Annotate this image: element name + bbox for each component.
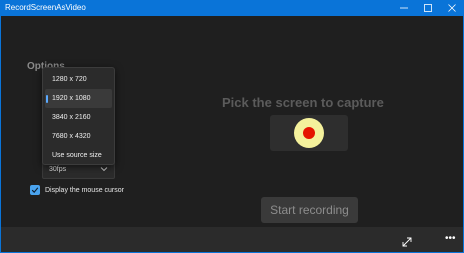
record-dot	[303, 127, 315, 139]
resolution-dropdown[interactable]: 1280 x 720 1920 x 1080 3840 x 2160 7680 …	[42, 67, 115, 165]
window-title: RecordScreenAsVideo	[5, 3, 86, 12]
minimize-button[interactable]	[392, 0, 416, 16]
checkmark-icon	[31, 187, 39, 194]
pick-screen-heading: Pick the screen to capture	[222, 95, 384, 110]
show-cursor-row[interactable]: Display the mouse cursor	[30, 185, 124, 195]
more-button[interactable]: •••	[445, 234, 456, 244]
resolution-option-selected[interactable]: 1920 x 1080	[45, 89, 112, 108]
resolution-option[interactable]: Use source size	[45, 146, 112, 165]
framerate-value: 30fps	[49, 166, 67, 173]
pick-screen-button[interactable]	[270, 115, 348, 151]
title-bar: RecordScreenAsVideo	[0, 0, 464, 16]
show-cursor-checkbox[interactable]	[30, 185, 40, 195]
selection-indicator	[46, 95, 48, 103]
maximize-icon	[424, 4, 432, 12]
show-cursor-label: Display the mouse cursor	[45, 186, 124, 194]
resolution-option[interactable]: 7680 x 4320	[45, 127, 112, 146]
start-recording-button[interactable]: Start recording	[261, 197, 358, 223]
more-icon: •••	[445, 233, 456, 244]
resolution-option[interactable]: 1280 x 720	[45, 70, 112, 89]
record-icon	[294, 118, 324, 148]
close-button[interactable]	[440, 0, 464, 16]
chevron-down-icon	[100, 167, 108, 172]
close-icon	[448, 4, 456, 12]
bottom-app-bar: •••	[1, 227, 463, 252]
resolution-option[interactable]: 3840 x 2160	[45, 108, 112, 127]
expand-icon	[402, 237, 412, 247]
minimize-icon	[400, 7, 408, 9]
expand-button[interactable]	[402, 234, 412, 252]
maximize-button[interactable]	[416, 0, 440, 16]
